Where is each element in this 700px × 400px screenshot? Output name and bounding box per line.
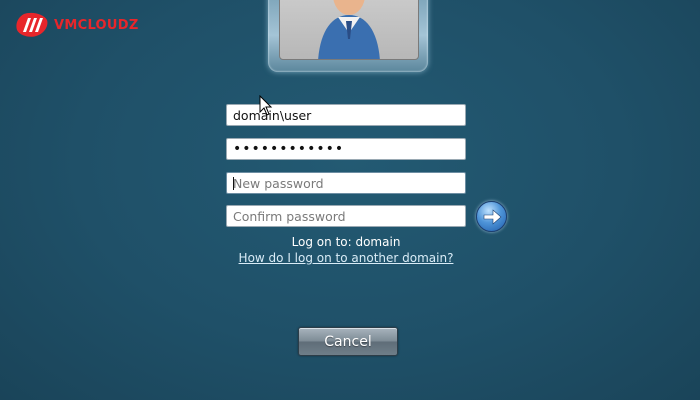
username-field[interactable] (226, 104, 466, 126)
vmcloudz-logo-icon (16, 12, 48, 37)
arrow-right-icon (483, 208, 501, 225)
logo-text: VMCLOUDZ (54, 17, 139, 33)
confirm-password-field[interactable] (226, 205, 466, 227)
submit-button[interactable] (476, 201, 507, 232)
other-domain-link[interactable]: How do I log on to another domain? (200, 251, 492, 265)
user-tile-frame (268, 0, 428, 72)
text-caret (233, 177, 234, 190)
user-avatar-icon (318, 0, 380, 59)
vmcloudz-logo: VMCLOUDZ (14, 12, 139, 38)
new-password-field[interactable] (226, 172, 466, 194)
log-on-to-label: Log on to: domain (291, 235, 401, 249)
user-picture (279, 0, 419, 60)
cancel-button[interactable]: Cancel (298, 327, 398, 356)
password-field[interactable] (226, 138, 466, 160)
